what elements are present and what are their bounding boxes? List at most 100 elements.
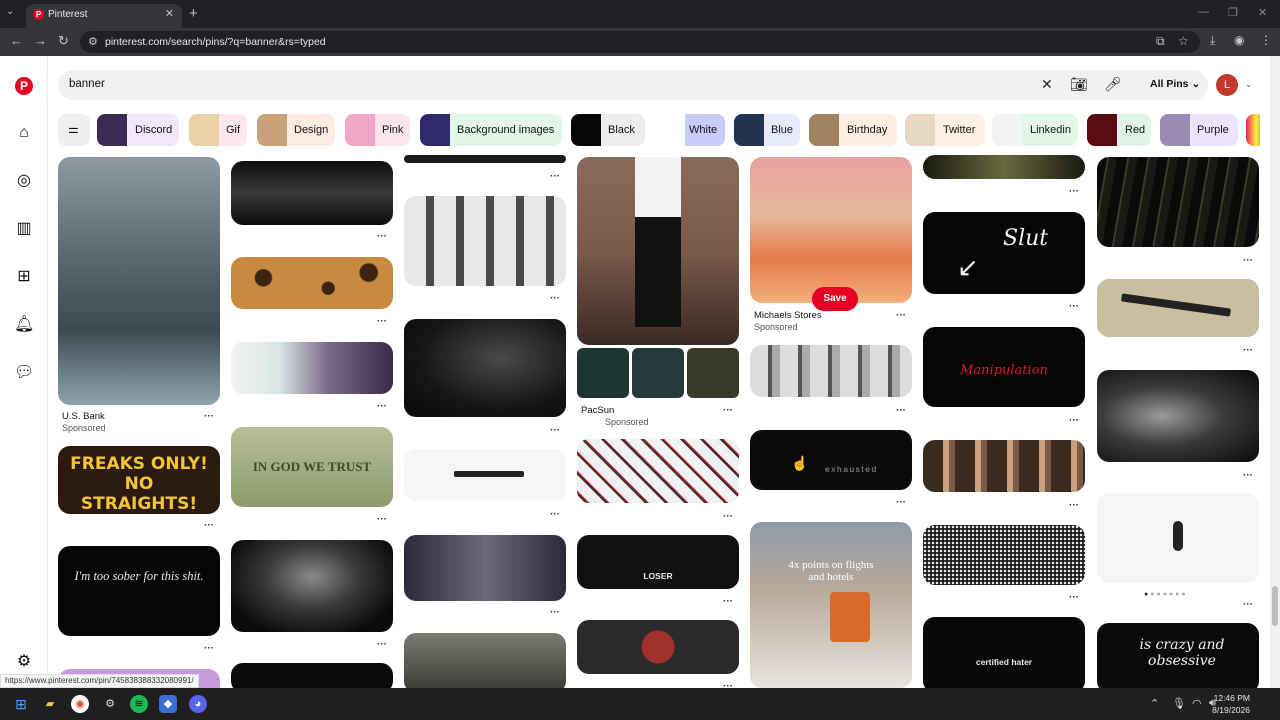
settings-gear-icon[interactable]: ⚙ [14, 652, 34, 672]
pin-title[interactable]: PacSun [581, 405, 614, 416]
pin-card[interactable] [577, 348, 629, 398]
chip-discord[interactable]: Discord [97, 114, 179, 146]
chip-birthday[interactable]: Birthday [809, 114, 897, 146]
more-options-icon[interactable]: ··· [1243, 470, 1253, 481]
account-chevron-down-icon[interactable]: ⌄ [1245, 79, 1253, 90]
reload-icon[interactable]: ↻ [58, 33, 69, 49]
pin-card[interactable] [404, 633, 566, 688]
pin-card[interactable]: 4x points on flights and hotels [750, 522, 912, 688]
minimize-icon[interactable]: — [1198, 6, 1209, 18]
pin-scope-dropdown[interactable]: All Pins ⌄ [1150, 78, 1200, 90]
chip-black[interactable]: Black [571, 114, 645, 146]
pin-card[interactable] [231, 663, 393, 688]
pin-card[interactable] [577, 157, 739, 345]
explore-compass-icon[interactable]: ◎ [14, 171, 34, 191]
chip-design[interactable]: Design [257, 114, 335, 146]
chip-background-images[interactable]: Background images [420, 114, 562, 146]
pin-card[interactable] [1097, 279, 1259, 337]
more-options-icon[interactable]: ··· [550, 171, 560, 182]
boards-icon[interactable]: ▥ [14, 219, 34, 239]
more-options-icon[interactable]: ··· [1069, 500, 1079, 511]
pin-card[interactable]: exhausted [750, 430, 912, 490]
app-icon[interactable]: ◆ [159, 695, 177, 713]
pin-card[interactable] [404, 319, 566, 417]
pin-card[interactable] [231, 540, 393, 632]
maximize-icon[interactable]: ❐ [1228, 6, 1238, 19]
more-options-icon[interactable]: ··· [1243, 255, 1253, 266]
tray-chevron-up-icon[interactable]: ⌃ [1150, 697, 1159, 710]
pin-card[interactable] [632, 348, 684, 398]
pin-card[interactable] [231, 161, 393, 225]
more-options-icon[interactable]: ··· [1069, 415, 1079, 426]
settings-icon[interactable]: ⚙ [101, 695, 119, 713]
pin-card[interactable] [1097, 157, 1259, 247]
install-app-icon[interactable]: ⧉ [1156, 34, 1165, 49]
chip-gif[interactable]: Gif [189, 114, 247, 146]
more-options-icon[interactable]: ··· [896, 310, 906, 321]
chip-pink[interactable]: Pink [345, 114, 410, 146]
voice-search-mic-icon[interactable]: 🎤︎ [1104, 76, 1122, 93]
pin-card[interactable] [58, 157, 220, 405]
messages-icon[interactable]: 💬︎ [14, 363, 34, 383]
pin-card[interactable]: Slut ↙ [923, 212, 1085, 294]
more-options-icon[interactable]: ··· [723, 405, 733, 416]
more-options-icon[interactable]: ··· [550, 293, 560, 304]
more-options-icon[interactable]: ··· [896, 497, 906, 508]
clear-search-icon[interactable]: ✕ [1041, 76, 1053, 93]
pin-card[interactable] [231, 257, 393, 309]
tab-search-icon[interactable]: ⌄ [6, 6, 14, 17]
new-tab-icon[interactable]: + [189, 5, 198, 22]
browser-tab[interactable]: P Pinterest ✕ [26, 4, 182, 28]
chrome-icon[interactable]: ◉ [71, 695, 89, 713]
more-options-icon[interactable]: ··· [723, 681, 733, 688]
more-options-icon[interactable]: ··· [723, 511, 733, 522]
pin-card[interactable] [750, 345, 912, 397]
chip-more[interactable] [1246, 114, 1260, 146]
discord-icon[interactable]: ◕ [189, 695, 207, 713]
wifi-icon[interactable]: ◠ [1192, 697, 1202, 710]
pin-card[interactable] [231, 342, 393, 394]
more-options-icon[interactable]: ··· [1243, 599, 1253, 610]
visual-search-camera-icon[interactable]: 📷︎ [1070, 76, 1088, 93]
more-options-icon[interactable]: ··· [550, 425, 560, 436]
more-options-icon[interactable]: ··· [204, 643, 214, 654]
pin-card[interactable]: Manipulation [923, 327, 1085, 407]
pin-card[interactable] [404, 449, 566, 501]
more-options-icon[interactable]: ··· [1243, 345, 1253, 356]
more-options-icon[interactable]: ··· [377, 514, 387, 525]
more-options-icon[interactable]: ··· [377, 639, 387, 650]
pin-card[interactable] [687, 348, 739, 398]
back-icon[interactable]: ← [10, 33, 23, 48]
address-bar[interactable]: ⚙ pinterest.com/search/pins/?q=banner&rs… [80, 31, 1200, 53]
pin-card[interactable] [750, 157, 912, 303]
chip-white[interactable]: White [655, 114, 725, 146]
chip-purple[interactable]: Purple [1160, 114, 1238, 146]
pin-card[interactable] [404, 535, 566, 601]
filter-settings-button[interactable]: ⚌ [58, 114, 90, 146]
more-options-icon[interactable]: ··· [377, 316, 387, 327]
pin-card[interactable]: is crazy and obsessive [1097, 623, 1259, 688]
forward-icon[interactable]: → [34, 33, 47, 48]
more-options-icon[interactable]: ··· [723, 596, 733, 607]
file-explorer-icon[interactable]: ▰ [41, 695, 59, 713]
microphone-icon[interactable]: 🎙︎ [1172, 697, 1186, 710]
pin-card[interactable] [1097, 493, 1259, 583]
pin-card[interactable]: LOSER [577, 535, 739, 589]
more-options-icon[interactable]: ··· [896, 405, 906, 416]
pin-card[interactable] [923, 525, 1085, 585]
pin-card[interactable] [923, 440, 1085, 492]
pin-title[interactable]: U.S. Bank [62, 411, 105, 422]
pin-card[interactable] [1097, 370, 1259, 462]
more-options-icon[interactable]: ··· [204, 411, 214, 422]
pin-card[interactable] [404, 155, 566, 163]
page-scrollbar[interactable] [1270, 56, 1280, 688]
pin-card[interactable]: certified hater [923, 617, 1085, 688]
save-button[interactable]: Save [812, 287, 858, 311]
more-options-icon[interactable]: ··· [377, 231, 387, 242]
more-options-icon[interactable]: ··· [1069, 301, 1079, 312]
notifications-bell-icon[interactable]: 🔔︎ [14, 315, 34, 335]
more-options-icon[interactable]: ··· [204, 520, 214, 531]
more-options-icon[interactable]: ··· [550, 607, 560, 618]
pin-card[interactable] [923, 155, 1085, 179]
more-options-icon[interactable]: ··· [1069, 592, 1079, 603]
